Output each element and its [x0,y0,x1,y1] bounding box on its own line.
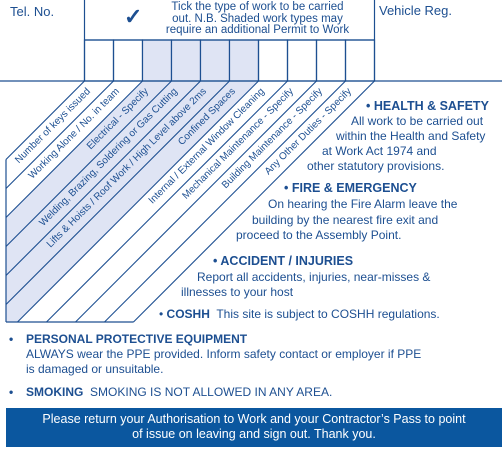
health-safety-line: other statutory provisions. [307,159,445,173]
coshh-heading: COSHH [166,307,210,321]
tick-box-7[interactable] [257,39,289,82]
health-safety-heading: • HEALTH & SAFETY [366,99,489,113]
banner-line: Please return your Authorisation to Work… [42,412,466,426]
return-pass-banner: Please return your Authorisation to Work… [6,408,502,447]
tick-box-1[interactable] [83,39,115,82]
ppe-line: ALWAYS wear the PPE provided. Inform saf… [26,347,422,361]
tick-instructions: Tick the type of work to be carried out.… [155,1,360,37]
banner-line: of issue on leaving and sign out. Thank … [132,427,376,441]
shaded-tick-box [142,40,172,81]
instruction-line: Tick the type of work to be carried [171,1,344,13]
accident-line: Report all accidents, injuries, near-mis… [197,270,431,284]
shaded-tick-box [229,40,259,81]
diagonal-divider [5,80,85,160]
accident-line: illnesses to your host [181,285,294,299]
shaded-tick-box [171,40,201,81]
contractor-pass-form: Number of keys issued Working Alone / No.… [0,0,502,450]
ppe-heading: PERSONAL PROTECTIVE EQUIPMENT [26,332,248,346]
coshh-section: • COSHH This site is subject to COSHH re… [159,307,440,321]
shaded-tick-box [200,40,230,81]
tel-no-label: Tel. No. [10,4,55,19]
health-safety-line: within the Health and Safety [336,129,486,143]
fire-emergency-heading: • FIRE & EMERGENCY [284,181,417,195]
tick-box-2[interactable] [112,39,144,82]
ppe-line: is damaged or unsuitable. [26,362,164,376]
fire-line: building by the nearest fire exit and [252,213,439,227]
fire-line: On hearing the Fire Alarm leave the [268,197,458,211]
checkmark-icon: ✓ [124,4,143,29]
vehicle-reg-label: Vehicle Reg. [379,3,452,18]
coshh-text: This site is subject to COSHH regulation… [216,307,440,321]
tick-box-8[interactable] [286,39,318,82]
instruction-line: require an additional Permit to Work [165,24,350,36]
smoking-heading: SMOKING [26,385,84,399]
tick-box-9[interactable] [315,39,347,82]
health-safety-line: at Work Act 1974 and [322,144,437,158]
smoking-bullet: • [9,385,14,399]
tick-box-10[interactable] [344,39,376,82]
health-safety-line: All work to be carried out [351,114,484,128]
heading-text: FIRE & EMERGENCY [291,181,417,195]
heading-text: HEALTH & SAFETY [373,99,489,113]
accident-heading: • ACCIDENT / INJURIES [213,254,354,268]
smoking-text: SMOKING IS NOT ALLOWED IN ANY AREA. [90,385,333,399]
smoking-section: SMOKING SMOKING IS NOT ALLOWED IN ANY AR… [26,385,332,399]
fire-line: proceed to the Assembly Point. [236,228,402,242]
ppe-bullet: • [9,332,14,346]
heading-text: ACCIDENT / INJURIES [220,254,354,268]
